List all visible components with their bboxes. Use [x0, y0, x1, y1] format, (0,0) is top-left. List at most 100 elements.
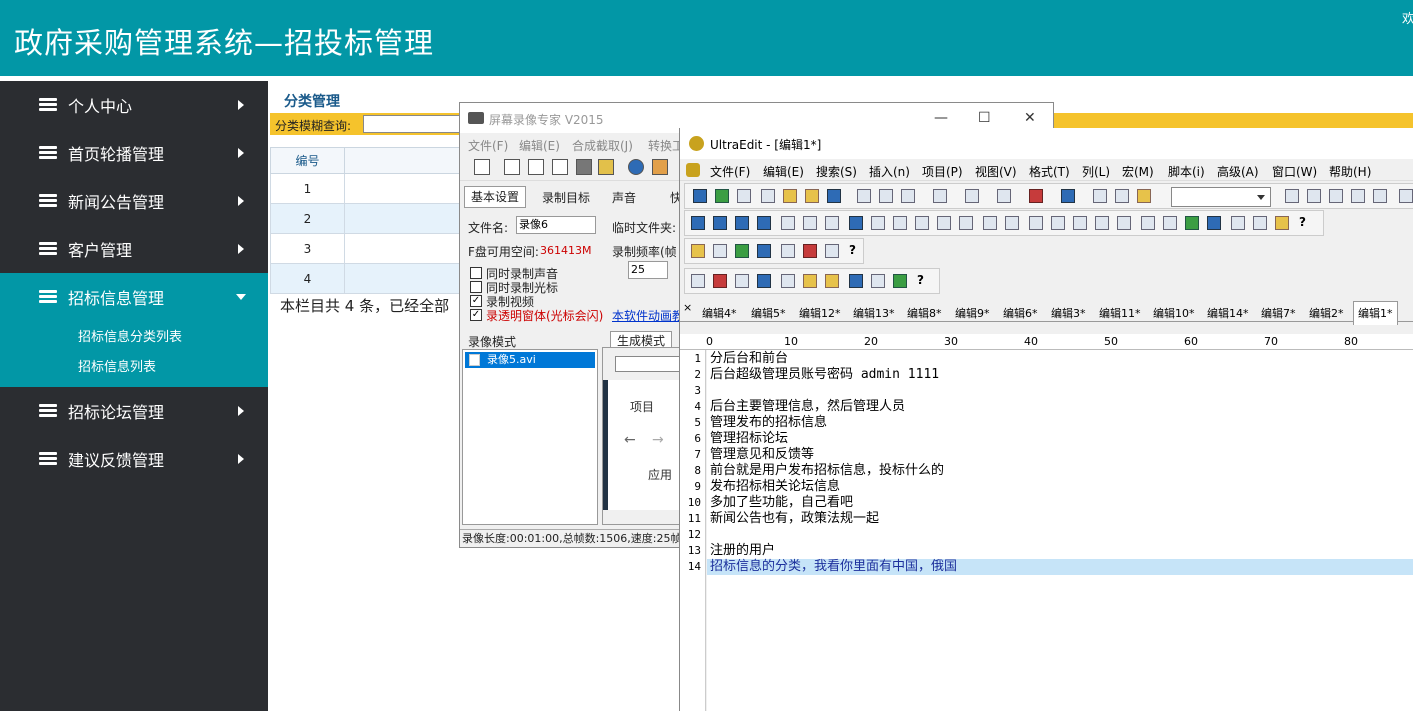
globe-icon[interactable]: [1061, 189, 1075, 203]
new-file-icon[interactable]: [761, 189, 775, 203]
file-tab-active[interactable]: 编辑1*: [1353, 301, 1398, 325]
sidebar-item-feedback[interactable]: 建议反馈管理: [0, 435, 268, 483]
record-cursor-checkbox[interactable]: [470, 281, 482, 293]
file-tab[interactable]: 编辑6*: [1003, 305, 1038, 321]
forward-arrow-icon[interactable]: [737, 189, 751, 203]
table-icon[interactable]: [691, 244, 705, 258]
record-icon[interactable]: [504, 159, 520, 175]
table-row[interactable]: 1: [270, 173, 465, 204]
file-tab[interactable]: 编辑12*: [799, 305, 841, 321]
editor-line[interactable]: [707, 383, 1413, 399]
bullet-list-icon[interactable]: [803, 216, 817, 230]
menu-project[interactable]: 项目(P): [922, 163, 963, 180]
html-icon[interactable]: [691, 216, 705, 230]
help-icon[interactable]: ?: [849, 243, 856, 257]
menu-compose[interactable]: 合成截取(J): [572, 137, 633, 154]
checkbox-icon[interactable]: [1117, 216, 1131, 230]
file-tab[interactable]: 编辑2*: [1309, 305, 1344, 321]
align-justify-icon[interactable]: [959, 216, 973, 230]
editor-line[interactable]: 管理意见和反馈等: [707, 447, 1413, 463]
file-tab[interactable]: 编辑10*: [1153, 305, 1195, 321]
sidebar-item-personal-center[interactable]: 个人中心: [0, 81, 268, 129]
page-setup-icon[interactable]: [901, 189, 915, 203]
list-item[interactable]: 录像5.avi: [465, 352, 595, 368]
sidebar-item-bid-info[interactable]: 招标信息管理: [0, 273, 268, 321]
filename-input[interactable]: 录像6: [516, 216, 596, 234]
special-char-icon[interactable]: [1231, 216, 1245, 230]
msdn-icon[interactable]: [757, 274, 771, 288]
editor-line[interactable]: 多加了些功能，自己看吧: [707, 495, 1413, 511]
menu-file[interactable]: 文件(F): [710, 163, 750, 180]
clipboard-select[interactable]: [1171, 187, 1271, 207]
menu-file[interactable]: 文件(F): [468, 137, 508, 154]
file-tab[interactable]: 编辑4*: [702, 305, 737, 321]
category-search-input[interactable]: [363, 115, 463, 133]
hr-icon[interactable]: [1005, 216, 1019, 230]
google-icon[interactable]: [691, 274, 705, 288]
editor-line[interactable]: 管理招标论坛: [707, 431, 1413, 447]
menu-window[interactable]: 窗口(W): [1272, 163, 1317, 180]
new-file-icon[interactable]: [474, 159, 490, 175]
italic-icon[interactable]: [735, 216, 749, 230]
tab-record-target[interactable]: 录制目标: [542, 189, 590, 206]
tools-icon[interactable]: [652, 159, 668, 175]
menu-advanced[interactable]: 高级(A): [1217, 163, 1259, 180]
editor-line[interactable]: 后台主要管理信息，然后管理人员: [707, 399, 1413, 415]
menu-edit[interactable]: 编辑(E): [519, 137, 560, 154]
font-icon[interactable]: [849, 216, 863, 230]
editor-line[interactable]: 注册的用户: [707, 543, 1413, 559]
menu-format[interactable]: 格式(T): [1029, 163, 1070, 180]
copy-table-icon[interactable]: [713, 244, 727, 258]
table-row[interactable]: 3: [270, 233, 465, 264]
textbox-icon[interactable]: [1029, 216, 1043, 230]
fps-input[interactable]: 25: [628, 261, 668, 279]
submenu-item-category-list[interactable]: 招标信息分类列表: [0, 323, 268, 353]
help-icon[interactable]: ?: [1299, 215, 1306, 229]
editor-line[interactable]: [707, 527, 1413, 543]
sidebar-item-forum[interactable]: 招标论坛管理: [0, 387, 268, 435]
menu-edit[interactable]: 编辑(E): [763, 163, 804, 180]
file-tab[interactable]: 编辑7*: [1261, 305, 1296, 321]
editor-line[interactable]: 发布招标相关论坛信息: [707, 479, 1413, 495]
infinity-icon[interactable]: [871, 274, 885, 288]
file-tab[interactable]: 编辑13*: [853, 305, 895, 321]
transparent-window-checkbox[interactable]: ✓: [470, 309, 482, 321]
wrap-icon[interactable]: [965, 189, 979, 203]
file-tab[interactable]: 编辑9*: [955, 305, 990, 321]
table-row[interactable]: 2: [270, 203, 465, 234]
browser-icon[interactable]: [825, 244, 839, 258]
sidebar-item-customers[interactable]: 客户管理: [0, 225, 268, 273]
sidebar-item-news[interactable]: 新闻公告管理: [0, 177, 268, 225]
wikipedia-icon[interactable]: [735, 274, 749, 288]
help-icon[interactable]: ?: [917, 273, 924, 287]
print-preview-icon[interactable]: [879, 189, 893, 203]
editor-line[interactable]: 管理发布的招标信息: [707, 415, 1413, 431]
more-icon[interactable]: [1399, 189, 1413, 203]
camera-icon[interactable]: [576, 159, 592, 175]
numbered-list-icon[interactable]: [825, 216, 839, 230]
menu-insert[interactable]: 插入(n): [869, 163, 910, 180]
yahoo-icon[interactable]: [713, 274, 727, 288]
menu-search[interactable]: 搜索(S): [816, 163, 857, 180]
editor-line[interactable]: 分后台和前台: [707, 351, 1413, 367]
menu-column[interactable]: 列(L): [1082, 163, 1110, 180]
file-tab[interactable]: 编辑8*: [907, 305, 942, 321]
document-icon[interactable]: [933, 189, 947, 203]
codepage-icon[interactable]: [781, 244, 795, 258]
submenu-item-info-list[interactable]: 招标信息列表: [0, 353, 268, 383]
find-in-files-icon[interactable]: [1373, 189, 1387, 203]
frame-icon[interactable]: [1163, 216, 1177, 230]
editor-line[interactable]: 招标信息的分类，我看你里面有中国，俄国: [707, 559, 1413, 575]
close-tab-icon[interactable]: ×: [683, 301, 692, 314]
sun-icon[interactable]: [803, 274, 817, 288]
folder-open-icon[interactable]: [805, 189, 819, 203]
validate-icon[interactable]: [735, 244, 749, 258]
align-right-icon[interactable]: [937, 216, 951, 230]
replace-icon[interactable]: [1351, 189, 1365, 203]
underline-icon[interactable]: [757, 216, 771, 230]
editor-line[interactable]: 新闻公告也有，政策法规一起: [707, 511, 1413, 527]
button-icon[interactable]: [983, 216, 997, 230]
maximize-icon[interactable]: ☐: [978, 110, 991, 126]
align-left-icon[interactable]: [893, 216, 907, 230]
menu-help[interactable]: 帮助(H): [1329, 163, 1371, 180]
